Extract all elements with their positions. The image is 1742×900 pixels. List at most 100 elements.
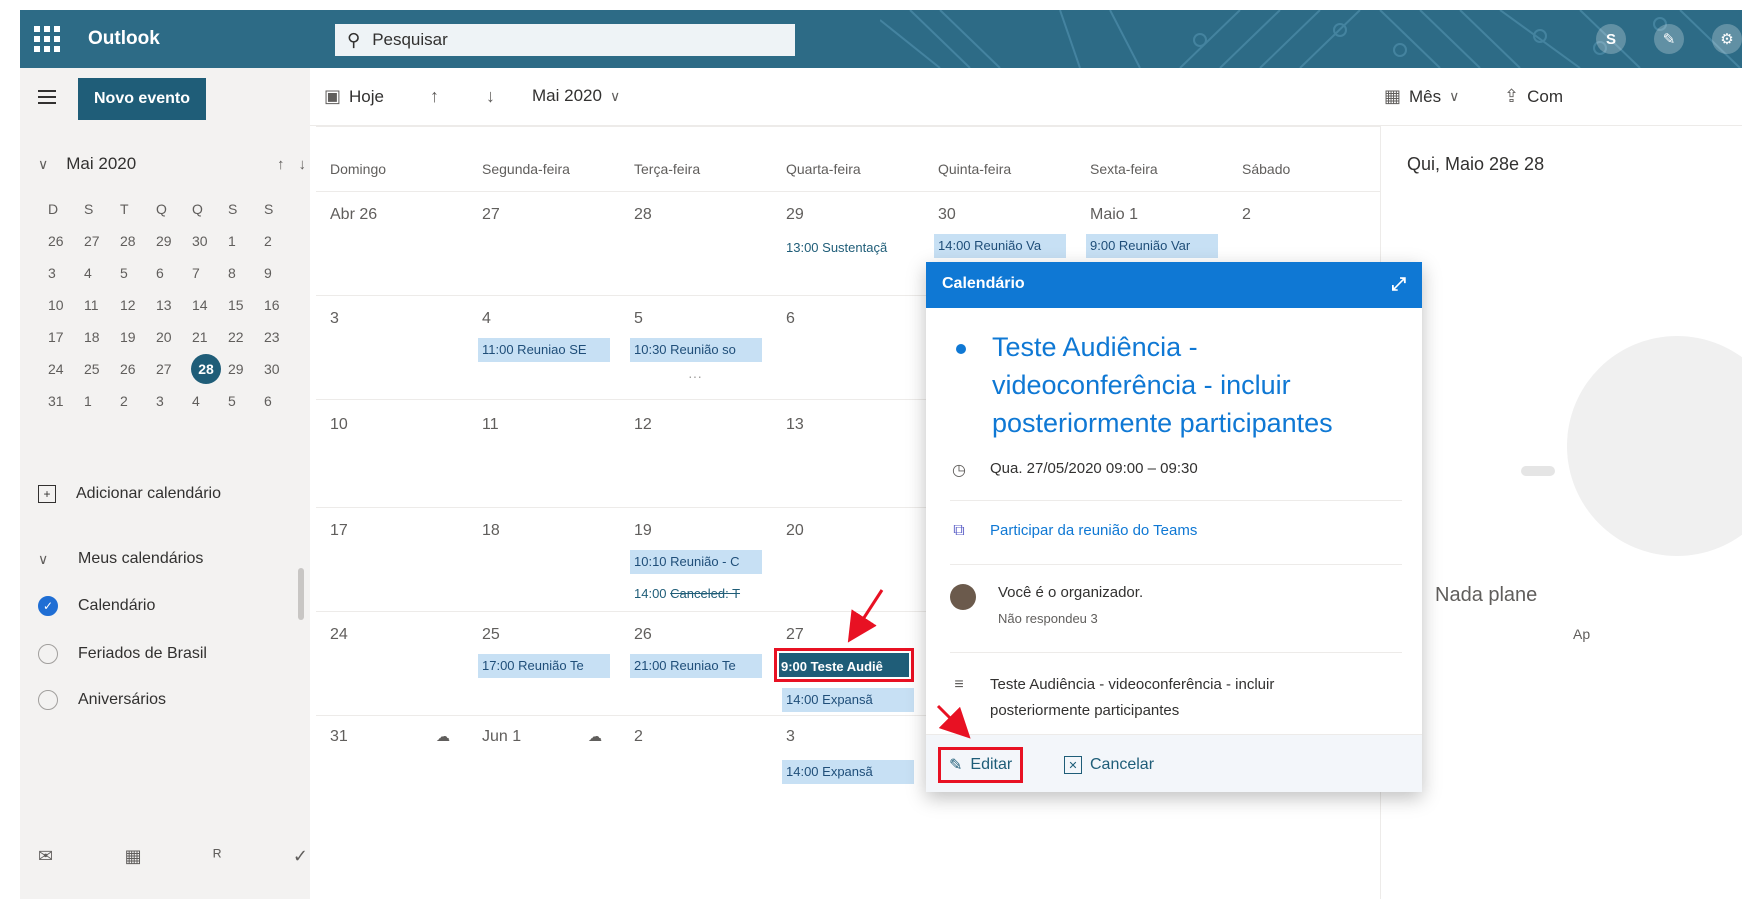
- more-events[interactable]: ···: [688, 368, 702, 384]
- my-calendars-header[interactable]: ∨ Meus calendários: [38, 550, 203, 568]
- calendar-event[interactable]: 10:10 Reunião - C: [630, 550, 762, 574]
- mini-day[interactable]: 27: [152, 356, 188, 382]
- mini-day[interactable]: 15: [224, 292, 260, 318]
- selected-calendar-event[interactable]: 9:00 Teste Audiê: [774, 648, 914, 682]
- mini-day[interactable]: 23: [260, 324, 296, 350]
- calendar-item-aniversarios[interactable]: Aniversários: [38, 690, 166, 710]
- day-number[interactable]: 3: [786, 728, 795, 746]
- calendar-icon[interactable]: ▦: [125, 846, 142, 867]
- mini-day[interactable]: 2: [116, 388, 152, 414]
- day-number[interactable]: 10: [330, 416, 348, 434]
- day-number[interactable]: 3: [330, 310, 339, 328]
- day-number[interactable]: 30: [938, 206, 956, 224]
- calendar-event[interactable]: 14:00 Expansã: [782, 760, 914, 784]
- day-number[interactable]: 25: [482, 626, 500, 644]
- mini-day[interactable]: 9: [260, 260, 296, 286]
- mini-day[interactable]: 25: [80, 356, 116, 382]
- day-number[interactable]: 31: [330, 728, 348, 746]
- mini-day[interactable]: 4: [80, 260, 116, 286]
- day-number[interactable]: 27: [482, 206, 500, 224]
- cancel-event-button[interactable]: ✕ Cancelar: [1056, 747, 1162, 783]
- mini-day[interactable]: 3: [44, 260, 80, 286]
- mini-day[interactable]: 12: [116, 292, 152, 318]
- arrow-up-icon[interactable]: ↑: [277, 156, 285, 173]
- day-number[interactable]: 27: [786, 626, 804, 644]
- mini-day[interactable]: 8: [224, 260, 260, 286]
- day-number[interactable]: 26: [634, 626, 652, 644]
- feedback-icon[interactable]: ✎: [1654, 24, 1684, 54]
- skype-icon[interactable]: S: [1596, 24, 1626, 54]
- mini-day[interactable]: 6: [260, 388, 296, 414]
- day-number[interactable]: 19: [634, 522, 652, 540]
- mini-day[interactable]: 29: [152, 228, 188, 254]
- view-switcher[interactable]: ▦ Mês ∨: [1384, 86, 1459, 107]
- day-number[interactable]: 12: [634, 416, 652, 434]
- calendar-event[interactable]: 9:00 Reunião Var: [1086, 234, 1218, 258]
- calendar-event[interactable]: 11:00 Reuniao SE: [478, 338, 610, 362]
- mail-icon[interactable]: ✉: [38, 846, 53, 867]
- mini-day[interactable]: 1: [224, 228, 260, 254]
- app-name[interactable]: Outlook: [88, 28, 160, 50]
- day-number[interactable]: Abr 26: [330, 206, 377, 224]
- day-number[interactable]: 28: [634, 206, 652, 224]
- search-input[interactable]: ⚲ Pesquisar: [335, 24, 795, 56]
- people-icon[interactable]: ᴿ: [213, 846, 221, 867]
- mini-day[interactable]: 30: [260, 356, 296, 382]
- chevron-down-icon[interactable]: ∨: [38, 156, 48, 173]
- mini-day[interactable]: 31: [44, 388, 80, 414]
- todo-icon[interactable]: ✓: [293, 846, 308, 867]
- expand-icon[interactable]: ⤢: [1392, 274, 1406, 295]
- arrow-down-icon[interactable]: ↓: [299, 156, 307, 173]
- calendar-event[interactable]: 17:00 Reunião Te: [478, 654, 610, 678]
- calendar-event[interactable]: 14:00 Reunião Va: [934, 234, 1066, 258]
- day-number[interactable]: 11: [482, 416, 499, 434]
- day-number[interactable]: Jun 1: [482, 728, 521, 746]
- mini-day[interactable]: 3: [152, 388, 188, 414]
- checked-circle-icon[interactable]: ✓: [38, 596, 58, 616]
- day-number[interactable]: 2: [634, 728, 643, 746]
- mini-day[interactable]: 5: [116, 260, 152, 286]
- next-button[interactable]: ↓: [486, 86, 495, 107]
- mini-day[interactable]: 13: [152, 292, 188, 318]
- teams-join-link[interactable]: Participar da reunião do Teams: [990, 522, 1197, 539]
- today-button[interactable]: ▣ Hoje: [324, 86, 384, 107]
- mini-day[interactable]: 11: [80, 292, 116, 318]
- mini-day[interactable]: 7: [188, 260, 224, 286]
- unchecked-circle-icon[interactable]: [38, 690, 58, 710]
- mini-day[interactable]: 27: [80, 228, 116, 254]
- mini-day[interactable]: 5: [224, 388, 260, 414]
- calendar-event[interactable]: 14:00 Expansã: [782, 688, 914, 712]
- mini-day[interactable]: 14: [188, 292, 224, 318]
- mini-day[interactable]: 26: [116, 356, 152, 382]
- day-number[interactable]: 29: [786, 206, 804, 224]
- calendar-event[interactable]: 10:30 Reunião so: [630, 338, 762, 362]
- previous-button[interactable]: ↑: [430, 86, 439, 107]
- mini-day[interactable]: 26: [44, 228, 80, 254]
- day-number[interactable]: 17: [330, 522, 348, 540]
- mini-day[interactable]: 2: [260, 228, 296, 254]
- day-number[interactable]: 4: [482, 310, 491, 328]
- settings-icon[interactable]: ⚙: [1712, 24, 1742, 54]
- mini-day[interactable]: 21: [188, 324, 224, 350]
- share-button[interactable]: ⇪ Com: [1504, 86, 1563, 107]
- mini-day[interactable]: 1: [80, 388, 116, 414]
- day-number[interactable]: 24: [330, 626, 348, 644]
- day-number[interactable]: 5: [634, 310, 643, 328]
- mini-day[interactable]: 22: [224, 324, 260, 350]
- add-calendar[interactable]: + Adicionar calendário: [38, 485, 221, 503]
- scrollbar[interactable]: [298, 568, 304, 620]
- mini-day[interactable]: 20: [152, 324, 188, 350]
- mini-day[interactable]: 18: [80, 324, 116, 350]
- day-number[interactable]: 20: [786, 522, 804, 540]
- new-event-button[interactable]: Novo evento: [78, 78, 206, 120]
- mini-day[interactable]: 17: [44, 324, 80, 350]
- mini-day[interactable]: 30: [188, 228, 224, 254]
- unchecked-circle-icon[interactable]: [38, 644, 58, 664]
- mini-day[interactable]: 16: [260, 292, 296, 318]
- mini-day[interactable]: 28: [116, 228, 152, 254]
- edit-button[interactable]: ✎ Editar: [938, 747, 1024, 783]
- day-number[interactable]: 18: [482, 522, 500, 540]
- mini-day[interactable]: 24: [44, 356, 80, 382]
- day-number[interactable]: 2: [1242, 206, 1251, 224]
- month-picker[interactable]: Mai 2020 ∨: [532, 86, 620, 106]
